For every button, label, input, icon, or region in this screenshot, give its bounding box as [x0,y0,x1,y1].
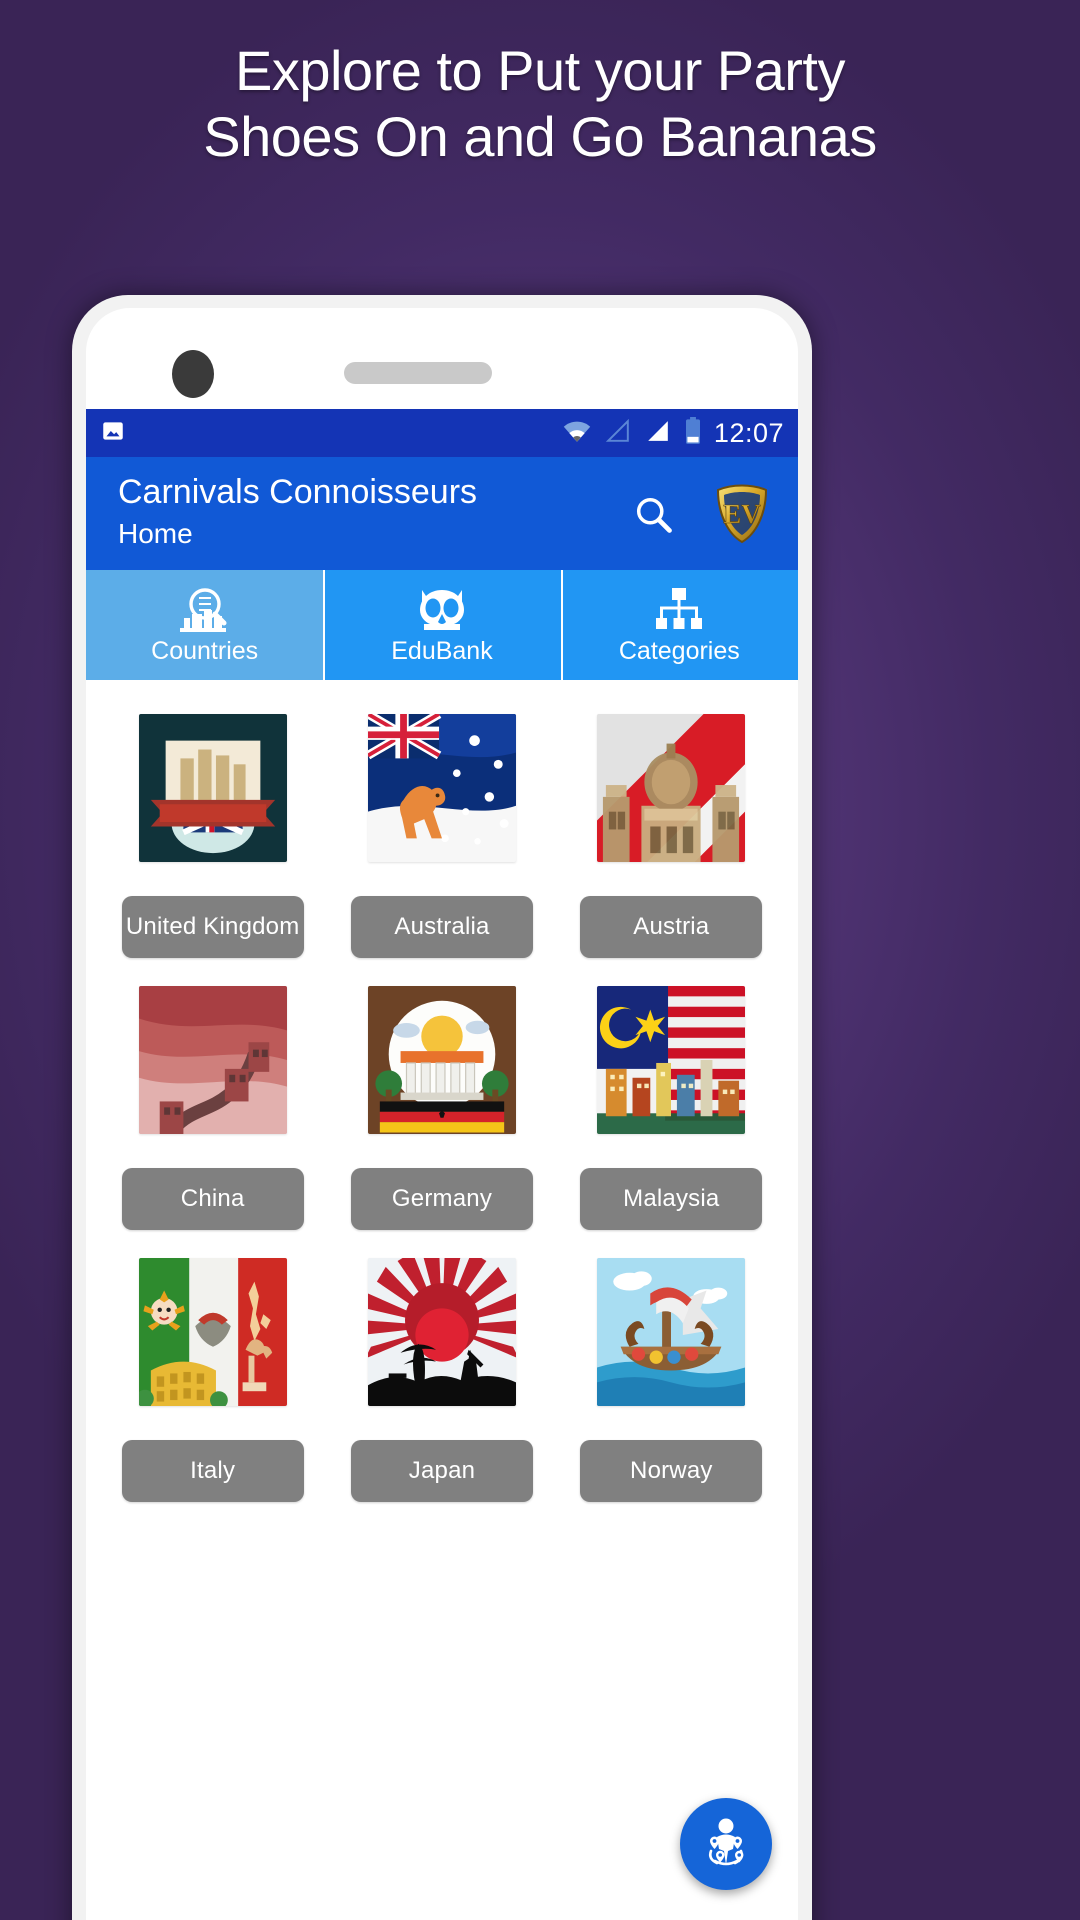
country-card[interactable]: China [98,970,327,1230]
tab-edubank[interactable]: EduBank [323,570,561,680]
viking-ship-image [597,1258,746,1406]
signal-empty-icon [604,418,632,448]
country-label[interactable]: Australia [350,896,533,958]
image-icon [100,418,126,449]
country-label[interactable]: United Kingdom [121,896,304,958]
search-icon[interactable] [630,491,676,537]
china-great-wall-image [138,986,287,1134]
phone-device: 12:07 Carnivals Connoisseurs Home EV Cou… [72,295,812,1920]
country-card[interactable]: Norway [557,1242,786,1502]
tab-categories[interactable]: Categories [560,570,798,680]
tab-countries-label: Countries [151,637,259,666]
phone-bezel: 12:07 Carnivals Connoisseurs Home EV Cou… [86,308,798,1920]
people-locations-fab[interactable] [680,1798,772,1890]
country-card[interactable]: Italy [98,1242,327,1502]
battery-icon [684,416,702,450]
people-locations-icon [697,1813,755,1876]
earpiece-speaker [344,362,492,384]
city-search-icon [178,582,232,636]
front-camera-icon [172,350,214,398]
country-card[interactable]: Austria [557,698,786,958]
promo-headline-line2: Shoes On and Go Bananas [203,105,877,169]
germany-brandenburg-gate-image [367,986,516,1134]
status-bar: 12:07 [86,409,798,457]
country-label[interactable]: Austria [580,896,763,958]
app-screen: 12:07 Carnivals Connoisseurs Home EV Cou… [86,409,798,1920]
wifi-icon [562,419,592,448]
tab-bar: Countries EduBank Categories [86,570,798,680]
signal-full-icon [644,419,672,448]
country-card[interactable]: Germany [327,970,556,1230]
tab-edubank-label: EduBank [391,637,493,666]
country-label[interactable]: China [121,1168,304,1230]
tab-countries[interactable]: Countries [86,570,324,680]
app-bar: Carnivals Connoisseurs Home EV [86,457,798,570]
svg-text:EV: EV [723,499,761,529]
country-card[interactable]: Malaysia [557,970,786,1230]
ev-shield-logo[interactable]: EV [714,484,770,544]
malaysia-skyline-flag-image [597,986,746,1134]
promo-headline-line1: Explore to Put your Party [234,39,846,102]
app-title: Carnivals Connoisseurs [118,472,478,511]
app-subtitle: Home [118,518,193,550]
hierarchy-icon [652,582,706,636]
country-grid: United Kingdom Australia Austria China G… [86,680,798,1514]
uk-bigben-crest-image [138,714,287,862]
country-label[interactable]: Malaysia [580,1168,763,1230]
country-label[interactable]: Germany [350,1168,533,1230]
austria-karlskirche-image [597,714,746,862]
country-card[interactable]: Australia [327,698,556,958]
country-label[interactable]: Italy [121,1440,304,1502]
owl-icon [414,582,470,636]
country-card[interactable]: United Kingdom [98,698,327,958]
country-label[interactable]: Norway [580,1440,763,1502]
status-bar-time: 12:07 [713,417,784,448]
italy-colosseum-flag-image [138,1258,287,1406]
country-label[interactable]: Japan [350,1440,533,1502]
japan-rising-sun-image [367,1258,516,1406]
promo-headline: Explore to Put your Party Shoes On and G… [0,38,1080,170]
australia-kangaroo-flag-image [367,714,516,862]
country-card[interactable]: Japan [327,1242,556,1502]
tab-categories-label: Categories [618,637,740,666]
